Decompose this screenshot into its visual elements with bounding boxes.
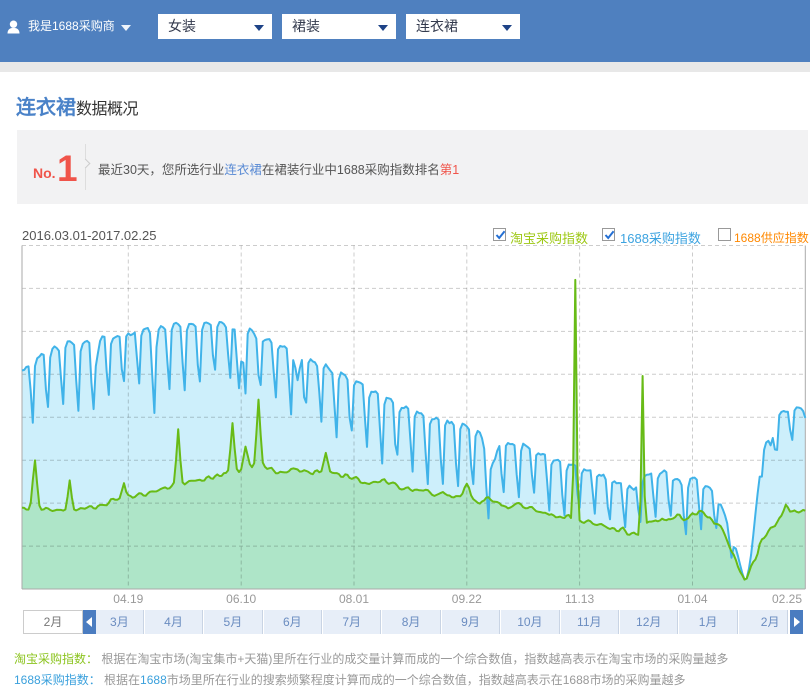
svg-text:04.19: 04.19 [113, 592, 143, 605]
svg-text:06.10: 06.10 [226, 592, 256, 605]
svg-text:01.04: 01.04 [677, 592, 707, 605]
svg-text:11.13: 11.13 [565, 592, 594, 605]
svg-text:02.25: 02.25 [772, 592, 802, 605]
svg-text:08.01: 08.01 [339, 592, 369, 605]
svg-text:09.22: 09.22 [452, 592, 482, 605]
